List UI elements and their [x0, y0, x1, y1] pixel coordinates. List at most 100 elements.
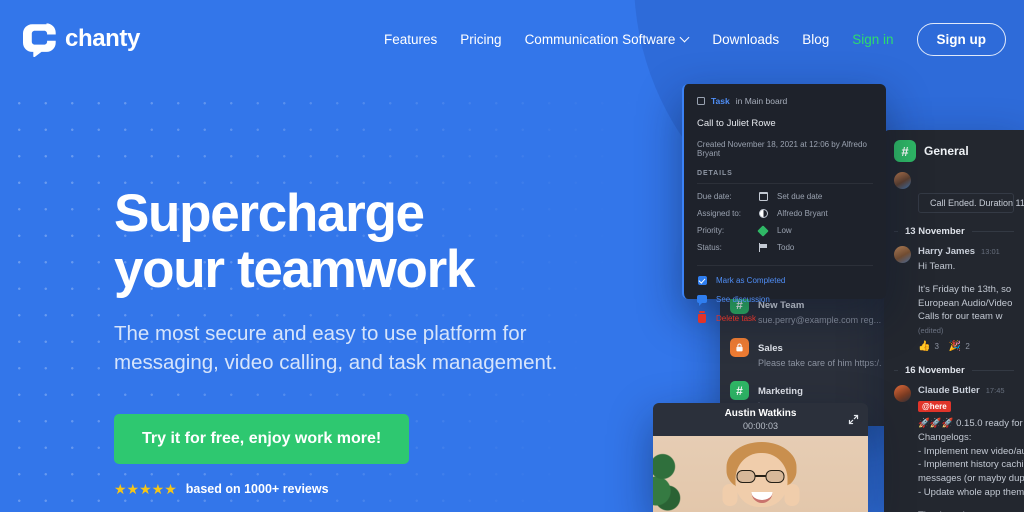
field-value: Low	[777, 226, 792, 235]
plant-decoration	[653, 442, 685, 512]
headline-line-2: your teamwork	[114, 239, 475, 299]
nav-item-blog[interactable]: Blog	[802, 32, 829, 47]
call-status-pill: Call Ended. Duration 11 m	[918, 193, 1024, 213]
task-board-label: in Main board	[735, 96, 788, 106]
message-edited-note: (edited)	[918, 326, 944, 336]
nav-item-pricing[interactable]: Pricing	[460, 32, 501, 47]
avatar-icon	[759, 209, 777, 218]
rating-row: ★★★★★ based on 1000+ reviews	[114, 482, 634, 496]
task-created-meta: Created November 18, 2021 at 12:06 by Al…	[697, 140, 867, 158]
nav-item-communication-software[interactable]: Communication Software	[525, 32, 690, 47]
date-separator: 13 November	[894, 226, 1014, 237]
sign-up-button[interactable]: Sign up	[916, 22, 1006, 56]
try-it-free-button[interactable]: Try it for free, enjoy work more!	[114, 413, 410, 464]
nav-item-features[interactable]: Features	[384, 32, 437, 47]
hash-icon: #	[730, 381, 749, 401]
chat-channel-name: General	[924, 144, 969, 158]
reaction-chip[interactable]: 👍 3	[918, 341, 939, 352]
avatar	[894, 246, 911, 263]
message-author: Claude Butler	[918, 385, 980, 397]
chat-message: Harry James 13:01 Hi Team. It's Friday t…	[894, 246, 1014, 352]
site-header: chanty Features Pricing Communication So…	[0, 0, 1024, 78]
reaction-emoji: 👍	[918, 341, 931, 353]
chevron-down-icon	[681, 34, 689, 42]
task-checkbox-icon[interactable]	[697, 97, 705, 105]
channel-preview: Please take care of him https:/...	[758, 358, 882, 369]
action-label: Delete task	[716, 313, 757, 323]
task-card-header: Task in Main board	[697, 96, 873, 106]
reaction-emoji: 🎉	[948, 341, 962, 353]
mention-badge: @here	[918, 401, 951, 413]
chanty-logo-icon	[23, 23, 56, 57]
action-label: See discussion	[716, 294, 770, 304]
hero-content: Supercharge your teamwork The most secur…	[114, 186, 634, 496]
hero-subtext: The most secure and easy to use platform…	[114, 322, 558, 375]
chat-channel-header: # General	[884, 130, 1024, 170]
video-call-panel: Austin Watkins 00:00:03	[653, 403, 868, 512]
task-field-due-date[interactable]: Due date: Set due date	[697, 191, 873, 201]
chat-bubble-icon	[697, 294, 707, 306]
lock-icon	[730, 338, 749, 358]
message-timestamp: 13:01	[981, 247, 1000, 256]
message-reactions[interactable]: 👍 3 🎉 2	[918, 341, 1014, 352]
nav-item-downloads[interactable]: Downloads	[712, 32, 779, 47]
nav-item-communication-software-label: Communication Software	[524, 31, 676, 47]
task-detail-card: Task in Main board Call to Juliet Rowe C…	[682, 84, 886, 323]
video-call-header: Austin Watkins 00:00:03	[653, 403, 868, 436]
field-label: Assigned to:	[697, 209, 742, 218]
field-label: Priority:	[697, 226, 725, 235]
mark-as-completed-action[interactable]: Mark as Completed	[697, 275, 873, 285]
chat-message: Claude Butler 17:45 @here 🚀🚀🚀 0.15.0 rea…	[894, 385, 1024, 512]
date-separator-label: 13 November	[905, 226, 965, 237]
field-label: Due date:	[697, 192, 732, 201]
brand-logo[interactable]: chanty	[20, 21, 140, 57]
priority-diamond-icon	[757, 224, 777, 237]
video-call-duration: 00:00:03	[742, 421, 779, 431]
task-title: Call to Juliet Rowe	[697, 118, 776, 129]
avatar	[894, 385, 911, 403]
reaction-count: 3	[934, 342, 939, 352]
chat-panel: # General Call Ended. Duration 11 m 13 N…	[884, 130, 1024, 512]
message-timestamp: 17:45	[985, 386, 1005, 396]
task-field-status[interactable]: Status: Todo	[697, 243, 873, 252]
headline-line-1: Supercharge	[114, 184, 425, 243]
message-body: It's Friday the 13th, so European Audio/…	[918, 283, 1013, 323]
flag-icon	[759, 243, 777, 252]
field-value: Set due date	[777, 192, 823, 201]
hash-icon: #	[894, 140, 916, 162]
expand-icon[interactable]	[848, 414, 859, 425]
action-label: Mark as Completed	[716, 275, 786, 285]
avatar	[894, 172, 911, 189]
field-value: Todo	[777, 243, 795, 252]
field-value: Alfredo Bryant	[777, 209, 828, 218]
brand-name: chanty	[65, 25, 140, 52]
channel-name: Sales	[758, 343, 783, 355]
field-label: Status:	[697, 243, 722, 252]
call-status-text: Call Ended. Duration 11 m	[930, 198, 1024, 208]
task-field-assigned-to[interactable]: Assigned to: Alfredo Bryant	[697, 209, 873, 218]
list-item[interactable]: Sales Please take care of him https:/...	[720, 332, 892, 375]
call-author-name	[918, 178, 920, 187]
delete-task-action[interactable]: Delete task	[697, 311, 873, 323]
task-details-heading: DETAILS	[697, 170, 873, 184]
participant-video-image	[708, 436, 813, 512]
message-body: 🚀🚀🚀 0.15.0 ready for EU or Changelogs: -…	[918, 418, 1024, 498]
rating-label: based on 1000+ reviews	[185, 481, 329, 496]
checkbox-icon	[697, 275, 707, 285]
message-author: Harry James	[918, 246, 976, 257]
channel-name: Marketing	[758, 386, 803, 398]
video-feed[interactable]	[653, 436, 868, 512]
call-ended-message: Call Ended. Duration 11 m	[894, 172, 1024, 213]
message-text: Hi Team.	[918, 261, 956, 272]
main-navigation: Features Pricing Communication Software …	[384, 22, 1006, 56]
page-title: Supercharge your teamwork	[114, 186, 634, 297]
chat-message-list[interactable]: Call Ended. Duration 11 m 13 November Ha…	[884, 172, 1024, 512]
reaction-count: 2	[965, 342, 970, 352]
reaction-chip[interactable]: 🎉 2	[949, 341, 970, 352]
task-field-priority[interactable]: Priority: Low	[697, 224, 873, 237]
see-discussion-action[interactable]: See discussion	[697, 294, 873, 306]
star-rating-icon: ★★★★★	[114, 480, 177, 497]
divider	[697, 265, 873, 266]
calendar-icon	[758, 191, 777, 201]
sign-in-link[interactable]: Sign in	[852, 32, 893, 47]
